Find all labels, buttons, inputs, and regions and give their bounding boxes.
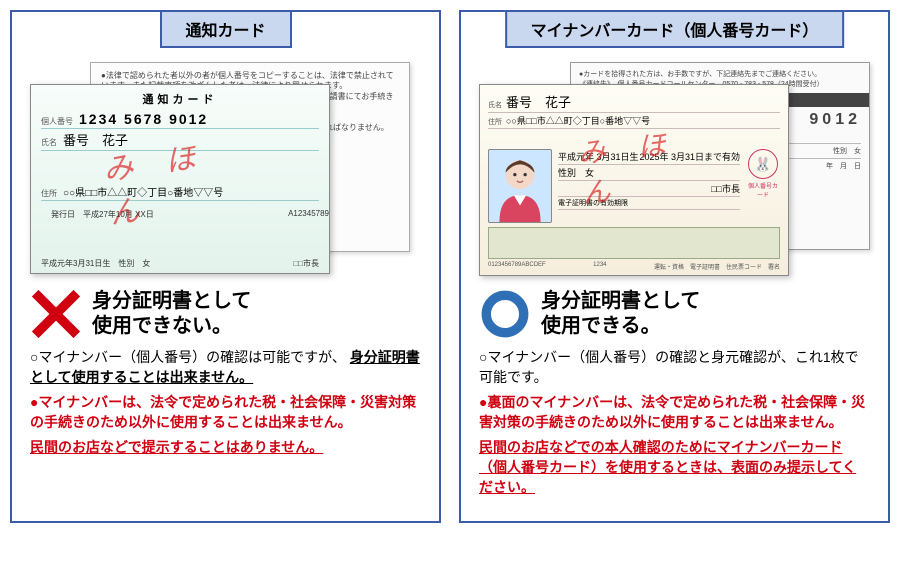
left-p3: 民間のお店などで提示することはありません。 xyxy=(30,438,421,458)
circle-icon xyxy=(479,288,531,340)
verdict-right: 身分証明書として 使用できる。 xyxy=(479,288,870,340)
left-p2: ●マイナンバーは、法令で定められた税・社会保障・災害対策の手続きのため以外に使用… xyxy=(30,393,421,432)
panel-title-right: マイナンバーカード（個人番号カード） xyxy=(505,10,845,48)
right-p1: ○マイナンバー（個人番号）の確認と身元確認が、これ1枚で可能です。 xyxy=(479,348,870,387)
verdict-left: 身分証明書として 使用できない。 xyxy=(30,288,421,340)
right-p3: 民間のお店などでの本人確認のためにマイナンバーカード（個人番号カード）を使用する… xyxy=(479,438,870,497)
bunny-logo-icon: 🐰 個人番号カード xyxy=(746,149,780,223)
right-p2: ●裏面のマイナンバーは、法令で定められた税・社会保障・災害対策の手続きのため以外… xyxy=(479,393,870,432)
card-title: 通知カード xyxy=(41,91,319,107)
panel-notification-card: 通知カード ●法律で認められた者以外の者が個人番号をコピーすることは、法律で禁止… xyxy=(10,10,441,523)
panel-mynumber-card: マイナンバーカード（個人番号カード） ●カードを拾得された方は、お手数ですが、下… xyxy=(459,10,890,523)
cross-icon xyxy=(30,288,82,340)
notification-card-front: 通知カード 個人番号1234 5678 9012 氏名番号 花子 住所○○県□□… xyxy=(30,84,330,274)
mynumber-card-front: 氏名番号 花子 住所○○県□□市△△町◇丁目○番地▽▽号 xyxy=(479,84,789,276)
portrait-icon xyxy=(488,149,552,223)
left-p1: ○マイナンバー（個人番号）の確認は可能ですが、 身分証明書として使用することは出… xyxy=(30,348,421,387)
panel-title-left: 通知カード xyxy=(159,10,291,48)
notification-card-images: ●法律で認められた者以外の者が個人番号をコピーすることは、法律で禁止されています… xyxy=(30,62,421,282)
mynumber-card-images: ●カードを拾得された方は、お手数ですが、下記連絡先までご連絡ください。 《連絡先… xyxy=(479,62,870,282)
ic-chip-area xyxy=(488,227,780,259)
